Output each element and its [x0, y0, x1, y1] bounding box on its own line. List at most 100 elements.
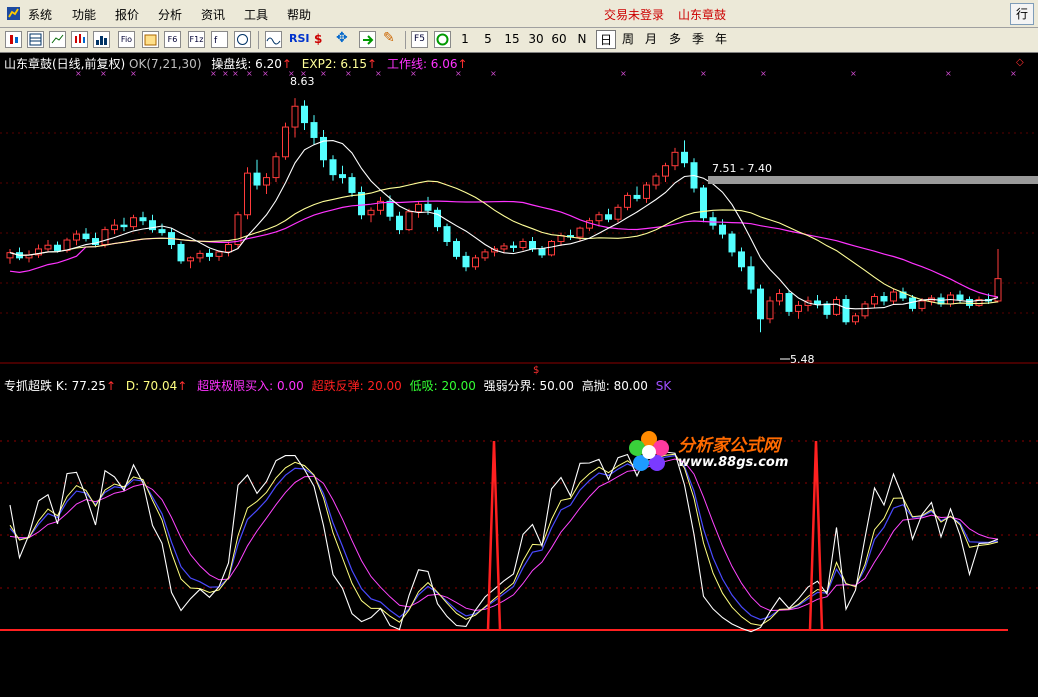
mid-price-label: 7.51 - 7.40 [712, 162, 772, 175]
candle-down [386, 200, 394, 217]
sk-value: SK [655, 379, 672, 393]
toolbar: Fio F6 F1z f RSI $ ✥ ✎ F5 1 5 15 30 60 N… [0, 28, 1038, 53]
chart-area[interactable]: × × × × × × × × × × × × × × × × × × × × × × 8.63 7.51 - 7.40 … [0, 53, 1038, 693]
menu-quote[interactable]: 报价 [115, 6, 139, 23]
period-5min[interactable]: 5 [478, 30, 498, 49]
candle-up [44, 244, 52, 250]
menu-info[interactable]: 资讯 [201, 6, 225, 23]
k-value: K: 77.25 [55, 379, 106, 393]
candle-up [101, 229, 109, 245]
candle-up [795, 304, 802, 312]
candle-down [510, 245, 517, 248]
wave-icon[interactable] [265, 31, 282, 48]
candle-up [652, 175, 660, 186]
table-icon[interactable] [27, 31, 44, 48]
candle-down [681, 151, 688, 164]
formula-icon[interactable]: f [211, 31, 228, 48]
candle-down [206, 252, 213, 257]
f1z-icon[interactable]: F1z [188, 31, 205, 48]
period-30min[interactable]: 30 [526, 30, 546, 49]
candle-chart-icon[interactable] [5, 31, 22, 48]
refresh-icon[interactable] [434, 31, 451, 48]
candle-down [158, 229, 166, 234]
current-stock-name[interactable]: 山东章鼓 [678, 6, 726, 23]
rsi-button[interactable]: RSI [289, 32, 310, 45]
candle-down [719, 224, 726, 235]
report-icon[interactable]: F6 [164, 31, 181, 48]
candle-up [871, 296, 878, 305]
candle-up [263, 177, 270, 186]
period-15min[interactable]: 15 [502, 30, 522, 49]
period-week[interactable]: 周 [618, 30, 638, 49]
period-multi[interactable]: 多 [665, 30, 685, 49]
menu-system[interactable]: 系统 [28, 6, 52, 23]
period-month[interactable]: 月 [641, 30, 661, 49]
period-n[interactable]: N [572, 30, 592, 49]
candle-down [434, 209, 441, 228]
stock-title: 山东章鼓(日线,前复权) OK(7,21,30) 操盘线: 6.20↑ EXP2… [4, 57, 468, 71]
watermark-title: 分析家公式网 [678, 436, 780, 456]
bar-list-icon[interactable] [93, 31, 110, 48]
kline-icon[interactable] [71, 31, 88, 48]
row-button[interactable]: 行 [1010, 3, 1034, 25]
candle-down [633, 194, 641, 199]
pencil-icon[interactable]: ✎ [383, 30, 395, 46]
candle-down [310, 122, 318, 138]
f5-button[interactable]: F5 [411, 31, 428, 48]
move-arrows-icon[interactable]: ✥ [336, 30, 348, 46]
candle-up [215, 251, 223, 257]
candle-up [415, 203, 422, 213]
ok-params: OK(7,21,30) [129, 57, 202, 71]
signal-marker: × [850, 69, 857, 78]
candle-down [54, 244, 61, 251]
export-icon[interactable] [359, 31, 376, 48]
candle-down [700, 187, 707, 219]
diamond-marker-icon: ◇ [1016, 57, 1024, 68]
menu-analysis[interactable]: 分析 [158, 6, 182, 23]
candle-down [177, 243, 185, 262]
menu-help[interactable]: 帮助 [287, 6, 311, 23]
candle-down [329, 159, 337, 176]
candle-down [339, 174, 346, 179]
oversold-value: 超跌极限买入: 0.00 [197, 379, 304, 393]
candle-down [842, 298, 850, 323]
candle-up [662, 165, 669, 177]
watermark: 分析家公式网 www.88gs.com [624, 427, 824, 477]
candle-down [453, 241, 460, 257]
high-price-label: 8.63 [290, 75, 315, 88]
dollar-icon[interactable]: $ [314, 32, 322, 46]
candle-up [918, 300, 926, 309]
candle-up [852, 315, 859, 323]
candle-down [301, 105, 308, 124]
candle-up [367, 209, 375, 216]
candle-up [671, 151, 679, 167]
candle-up [766, 300, 774, 320]
indicator-icon[interactable] [234, 31, 251, 48]
candle-down [757, 288, 764, 320]
candle-up [624, 194, 631, 208]
period-day[interactable]: 日 [596, 30, 616, 49]
line-chart-icon[interactable] [49, 31, 66, 48]
period-60min[interactable]: 60 [549, 30, 569, 49]
menu-tools[interactable]: 工具 [244, 6, 268, 23]
toolbar-separator [258, 31, 259, 49]
ma1-value: 操盘线: 6.20 [211, 57, 282, 71]
candle-up [614, 206, 622, 220]
candle-up [519, 241, 527, 248]
candle-down [529, 241, 536, 250]
kline-chart[interactable]: × × × × × × × × × × × × × × × × × × × × × × 8.63 7.51 - 7.40 … [0, 53, 1038, 693]
f10-icon[interactable]: Fio [118, 31, 135, 48]
candle-up [890, 291, 897, 302]
period-year[interactable]: 年 [711, 30, 731, 49]
candle-up [73, 233, 80, 241]
period-quarter[interactable]: 季 [688, 30, 708, 49]
trade-login-status[interactable]: 交易未登录 [604, 6, 664, 23]
period-1min[interactable]: 1 [455, 30, 475, 49]
calendar-icon[interactable] [142, 31, 159, 48]
menu-function[interactable]: 功能 [72, 6, 96, 23]
candle-down [728, 233, 736, 253]
candle-up [225, 243, 232, 253]
candle-up [595, 214, 603, 222]
watermark-url: www.88gs.com [678, 455, 789, 470]
candle-up [130, 217, 137, 228]
